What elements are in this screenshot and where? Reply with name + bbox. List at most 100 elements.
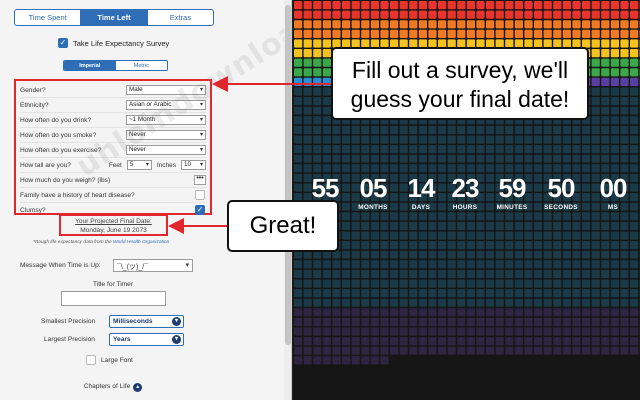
life-tile — [486, 125, 495, 134]
life-tile — [447, 1, 456, 10]
life-tile — [361, 231, 370, 240]
unit-imperial[interactable]: Imperial — [64, 61, 116, 70]
life-tile — [361, 337, 370, 346]
large-font-checkbox[interactable] — [86, 355, 96, 365]
life-tile — [495, 154, 504, 163]
life-tile — [294, 58, 303, 67]
life-tile — [514, 10, 523, 19]
life-tile — [342, 29, 351, 38]
weight-input-button[interactable]: ••• — [194, 175, 206, 185]
life-tile — [524, 154, 533, 163]
life-tile — [351, 317, 360, 326]
check-icon[interactable]: ✓ — [58, 38, 68, 48]
chevron-up-icon[interactable]: ▴ — [133, 383, 143, 392]
exercise-select[interactable]: Never — [126, 145, 206, 155]
life-tile — [591, 125, 600, 134]
life-tile — [572, 20, 581, 29]
life-tile — [303, 116, 312, 125]
life-tile — [543, 289, 552, 298]
chapters-of-life[interactable]: Chapters of Life ▴ — [0, 383, 226, 392]
heart-checkbox[interactable] — [195, 190, 205, 200]
life-tile — [361, 269, 370, 278]
life-tile — [438, 289, 447, 298]
life-tile — [428, 145, 437, 154]
life-tile — [495, 327, 504, 336]
life-tile — [322, 97, 331, 106]
life-tile — [591, 327, 600, 336]
life-tile — [601, 279, 610, 288]
life-tile — [601, 29, 610, 38]
life-tile — [514, 308, 523, 317]
life-tile — [601, 231, 610, 240]
life-tile — [342, 164, 351, 173]
life-tile — [322, 116, 331, 125]
life-tile — [457, 317, 466, 326]
life-tile — [457, 308, 466, 317]
life-tile — [610, 164, 619, 173]
life-tile — [572, 221, 581, 230]
life-tile — [447, 337, 456, 346]
life-tile — [418, 154, 427, 163]
life-tile — [524, 29, 533, 38]
life-tile — [620, 241, 629, 250]
life-tile — [620, 269, 629, 278]
life-tile — [591, 289, 600, 298]
life-tile — [457, 279, 466, 288]
smoke-select[interactable]: Never — [126, 130, 206, 140]
tab-extras[interactable]: Extras — [146, 10, 213, 25]
life-tile — [514, 241, 523, 250]
life-tile — [514, 1, 523, 10]
months-value: 05 — [359, 173, 388, 203]
ethnicity-select[interactable]: Asian or Arabic — [126, 100, 206, 110]
life-tile — [370, 125, 379, 134]
largest-precision-select[interactable]: Years ▾ — [109, 333, 184, 346]
timer-title-input[interactable] — [61, 291, 166, 306]
life-tile — [399, 145, 408, 154]
life-tile — [476, 145, 485, 154]
life-tile — [332, 10, 341, 19]
life-tile — [486, 279, 495, 288]
life-tile — [620, 29, 629, 38]
life-tile — [630, 317, 639, 326]
life-tile — [322, 10, 331, 19]
life-tile — [303, 289, 312, 298]
life-tile — [610, 58, 619, 67]
life-tile — [620, 1, 629, 10]
life-tile — [630, 308, 639, 317]
large-font-toggle[interactable]: Large Font — [86, 355, 133, 365]
who-link[interactable]: World Health Organization — [113, 240, 169, 245]
scrollbar-thumb[interactable] — [285, 5, 291, 345]
life-tile — [543, 154, 552, 163]
life-tile — [399, 154, 408, 163]
survey-toggle[interactable]: ✓ Take Life Expectancy Survey — [58, 38, 169, 48]
life-tile — [610, 250, 619, 259]
smallest-precision-select[interactable]: Milliseconds ▾ — [109, 315, 184, 328]
life-tile — [486, 250, 495, 259]
life-tile — [313, 87, 322, 96]
life-tile — [380, 231, 389, 240]
life-tile — [486, 289, 495, 298]
life-tile — [294, 68, 303, 77]
tab-time-spent[interactable]: Time Spent — [15, 10, 80, 25]
unit-metric[interactable]: Metric — [116, 61, 168, 70]
life-tile — [572, 1, 581, 10]
life-tile — [495, 289, 504, 298]
minutes-value: 59 — [498, 173, 527, 203]
life-tile — [610, 221, 619, 230]
life-tile — [390, 337, 399, 346]
life-tile — [601, 68, 610, 77]
life-tile — [361, 317, 370, 326]
life-tile — [553, 145, 562, 154]
tab-time-left[interactable]: Time Left — [80, 10, 147, 25]
gender-select[interactable]: Male — [126, 85, 206, 95]
inches-select[interactable]: 10 — [181, 160, 206, 170]
life-tile — [438, 20, 447, 29]
life-tile — [495, 308, 504, 317]
life-tile — [610, 154, 619, 163]
clumsy-checkbox[interactable]: ✓ — [195, 205, 205, 215]
feet-select[interactable]: 5 — [126, 160, 152, 170]
life-tile — [322, 29, 331, 38]
message-select[interactable]: ¯\_(ツ)_/¯ — [113, 259, 193, 272]
life-tile — [514, 135, 523, 144]
drink-select[interactable]: ~1 Month — [126, 115, 206, 125]
